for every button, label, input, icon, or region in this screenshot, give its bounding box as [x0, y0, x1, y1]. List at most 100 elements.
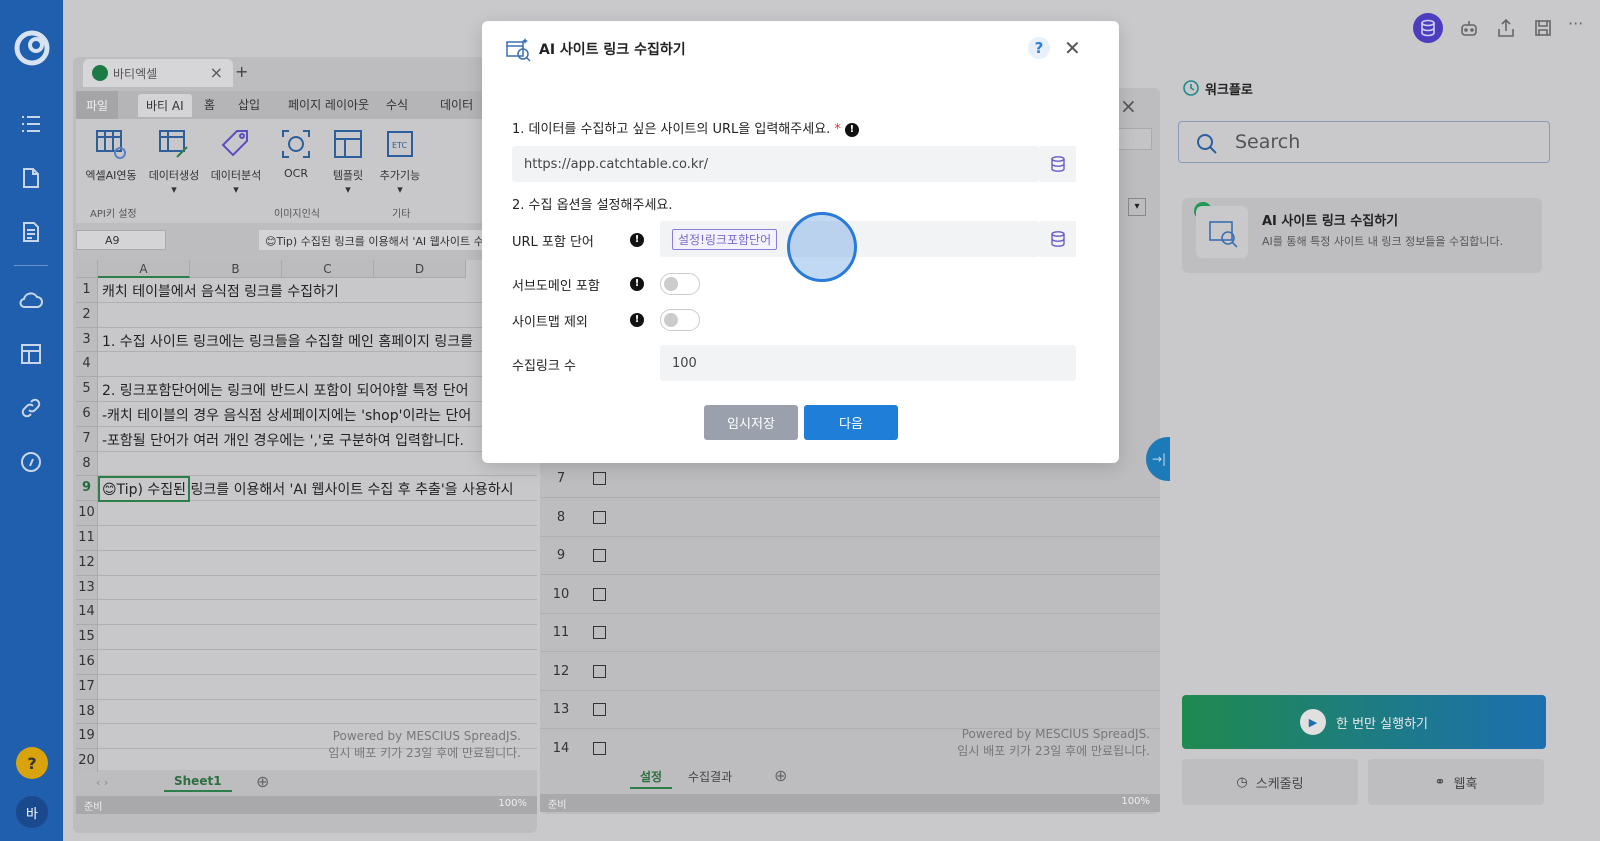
url-db-icon[interactable]	[1040, 146, 1076, 182]
next-button[interactable]: 다음	[804, 405, 898, 440]
close-icon[interactable]: ×	[210, 63, 223, 82]
table-row[interactable]	[98, 650, 537, 675]
ribbon-tab-page-layout[interactable]: 페이지 레이아웃	[288, 96, 369, 113]
row-checkbox[interactable]	[593, 549, 606, 562]
name-box[interactable]: A9	[76, 230, 166, 250]
webhook-button[interactable]: ⚭ 웹훅	[1368, 759, 1544, 805]
sheet-nav-icon[interactable]: ‹ ›	[96, 776, 108, 789]
row-header[interactable]: 6	[76, 402, 98, 427]
temp-save-button[interactable]: 임시저장	[704, 405, 798, 440]
ribbon-tab-formula[interactable]: 수식	[386, 96, 408, 113]
row-checkbox[interactable]	[593, 626, 606, 639]
dialog-close-icon[interactable]: ✕	[1064, 36, 1081, 60]
table-row[interactable]	[98, 526, 537, 551]
data-generate-button[interactable]: 데이터생성 ▾	[146, 127, 202, 196]
row-checkbox[interactable]	[593, 587, 606, 601]
column-header-a[interactable]: A	[98, 260, 190, 278]
info-icon[interactable]: !	[630, 233, 644, 247]
column-header-d[interactable]: D	[374, 260, 466, 278]
add-sheet-icon[interactable]: ⊕	[774, 766, 787, 785]
help-icon[interactable]: ?	[1028, 37, 1050, 59]
info-icon[interactable]: !	[844, 122, 859, 137]
row-checkbox[interactable]	[593, 472, 606, 485]
run-once-button[interactable]: ▶ 한 번만 실행하기	[1182, 695, 1546, 749]
filter-dropdown-icon[interactable]: ▾	[1128, 198, 1146, 216]
row-header[interactable]: 9	[76, 476, 98, 502]
variable-chip[interactable]: 설정!링크포함단어	[672, 228, 778, 250]
workbook-tab[interactable]: 바티엑셀 ×	[83, 59, 233, 87]
document-icon[interactable]	[17, 164, 45, 192]
sitemap-toggle[interactable]	[660, 309, 700, 331]
list-icon[interactable]	[17, 110, 45, 138]
table-row[interactable]: 12	[540, 653, 1160, 691]
row-header[interactable]: 14	[76, 600, 98, 626]
row-header[interactable]: 19	[76, 724, 98, 750]
workflow-search[interactable]: Search	[1178, 121, 1550, 163]
row-header[interactable]: 10	[76, 501, 98, 526]
table-row[interactable]: 7	[540, 460, 1160, 498]
sheet-tab-sheet1[interactable]: Sheet1	[164, 772, 232, 792]
close-icon[interactable]: ×	[1120, 94, 1137, 118]
row-header[interactable]: 16	[76, 650, 98, 675]
row-checkbox[interactable]	[593, 741, 606, 755]
url-word-db-icon[interactable]	[1040, 221, 1076, 257]
ribbon-tab-bati-ai[interactable]: 바티 AI	[138, 94, 192, 117]
sheet-tab-settings[interactable]: 설정	[630, 766, 673, 789]
table-row[interactable]: 10	[540, 576, 1160, 614]
table-row[interactable]	[98, 303, 537, 328]
table-row[interactable]	[98, 501, 537, 526]
app-logo-icon[interactable]	[12, 28, 52, 68]
save-icon[interactable]	[1532, 17, 1554, 39]
cloud-icon[interactable]	[17, 286, 45, 314]
layout-icon[interactable]	[17, 340, 45, 368]
row-checkbox[interactable]	[593, 703, 606, 716]
row-header[interactable]: 3	[76, 327, 98, 353]
file-text-icon[interactable]	[17, 218, 45, 246]
count-input[interactable]: 100	[660, 345, 1076, 381]
column-header-b[interactable]: B	[190, 260, 282, 278]
workflow-card[interactable]: ✓ AI 사이트 링크 수집하기 AI를 통해 특정 사이트 내 링크 정보들을…	[1182, 198, 1542, 273]
table-row[interactable]: 11	[540, 614, 1160, 652]
table-row[interactable]: 9	[540, 537, 1160, 575]
ribbon-tab-insert[interactable]: 삽입	[238, 96, 260, 113]
ribbon-tab-data[interactable]: 데이터	[440, 96, 473, 113]
robot-icon[interactable]	[1458, 17, 1480, 39]
row-header[interactable]: 15	[76, 625, 98, 650]
table-row[interactable]	[98, 576, 537, 601]
share-icon[interactable]	[1495, 17, 1517, 39]
table-row[interactable]: 8	[540, 499, 1160, 537]
data-analysis-button[interactable]: 데이터분석 ▾	[208, 127, 264, 196]
row-header[interactable]: 13	[76, 575, 98, 601]
row-header[interactable]: 12	[76, 550, 98, 576]
row-header[interactable]: 5	[76, 377, 98, 402]
add-tab-icon[interactable]: +	[235, 62, 248, 81]
row-header[interactable]: 4	[76, 352, 98, 378]
column-header-c[interactable]: C	[282, 260, 374, 278]
row-header[interactable]: 11	[76, 526, 98, 551]
table-row[interactable]	[98, 352, 537, 378]
table-row[interactable]	[98, 452, 537, 477]
table-row[interactable]	[98, 700, 537, 725]
addon-button[interactable]: ETC 추가기능 ▾	[376, 127, 424, 196]
row-header[interactable]: 8	[76, 451, 98, 477]
link-icon[interactable]	[17, 394, 45, 422]
ribbon-tab-home[interactable]: 홈	[204, 96, 215, 113]
ribbon-tab-file[interactable]: 파일	[76, 91, 119, 120]
more-icon[interactable]: ···	[1568, 14, 1583, 33]
template-button[interactable]: 템플릿 ▾	[326, 127, 370, 196]
row-header[interactable]: 2	[76, 302, 98, 328]
subdomain-toggle[interactable]	[660, 273, 700, 295]
ocr-button[interactable]: OCR	[276, 127, 316, 180]
table-row[interactable]	[98, 551, 537, 576]
database-icon[interactable]	[1413, 13, 1443, 43]
row-header[interactable]: 7	[76, 426, 98, 452]
row-header[interactable]: 17	[76, 674, 98, 700]
corner-cell[interactable]	[76, 260, 98, 278]
schedule-button[interactable]: ◷ 스케줄링	[1182, 759, 1358, 805]
row-checkbox[interactable]	[593, 510, 606, 524]
info-icon[interactable]: !	[630, 313, 644, 327]
table-row[interactable]	[98, 675, 537, 700]
row-header[interactable]: 20	[76, 749, 98, 774]
help-button[interactable]: ?	[16, 747, 48, 779]
info-icon[interactable]: !	[630, 277, 644, 291]
